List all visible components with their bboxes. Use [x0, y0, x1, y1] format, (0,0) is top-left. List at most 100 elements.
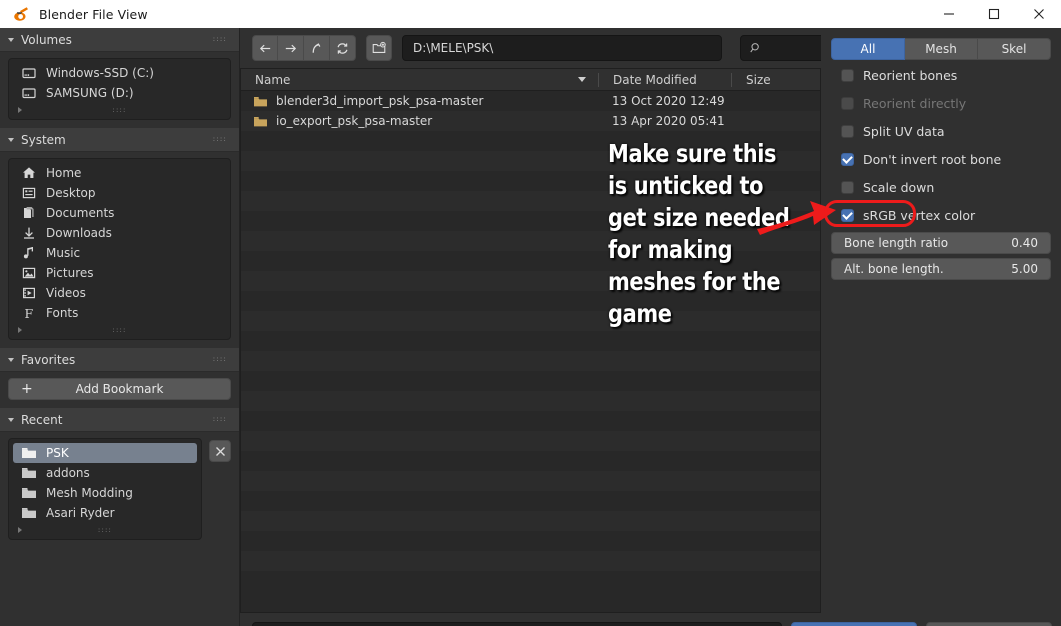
checkbox-icon[interactable]: [841, 209, 854, 222]
sidebar-section-title: Volumes: [21, 32, 72, 47]
column-header-size[interactable]: Size: [731, 72, 820, 87]
table-row[interactable]: blender3d_import_psk_psa-master 13 Oct 20…: [241, 91, 820, 111]
sidebar-item-samsung[interactable]: SAMSUNG (D:): [13, 83, 226, 103]
collapse-triangle-icon: [8, 357, 14, 362]
checkbox-icon[interactable]: [841, 181, 854, 194]
sidebar-item-windows-ssd[interactable]: Windows-SSD (C:): [13, 63, 226, 83]
recent-expander[interactable]: ::::: [9, 523, 201, 537]
recent-list: PSK addons Mesh Modding Asari Ryder::::: [8, 438, 202, 540]
tab-mesh[interactable]: Mesh: [905, 38, 978, 60]
tab-label: Mesh: [925, 42, 957, 56]
checkbox-label: Don't invert root bone: [863, 152, 1002, 167]
checkbox-icon[interactable]: [841, 125, 854, 138]
sidebar-section-header-system[interactable]: System ::::: [0, 128, 239, 152]
sidebar-item-documents[interactable]: Documents: [13, 203, 226, 223]
sidebar-item-music[interactable]: Music: [13, 243, 226, 263]
sidebar-item-downloads[interactable]: Downloads: [13, 223, 226, 243]
sidebar-item-label: Fonts: [46, 306, 79, 320]
sidebar-section-title: Recent: [21, 412, 63, 427]
sidebar-item-fonts[interactable]: F Fonts: [13, 303, 226, 323]
table-row[interactable]: io_export_psk_psa-master 13 Apr 2020 05:4…: [241, 111, 820, 131]
back-button[interactable]: [252, 35, 278, 61]
sidebar-item-addons[interactable]: addons: [13, 463, 197, 483]
checkbox-row-split-uv-data[interactable]: Split UV data: [831, 119, 1051, 144]
sidebar-section-title: Favorites: [21, 352, 76, 367]
table-row: [241, 331, 820, 351]
navigation-button-group: [252, 35, 356, 61]
folder-icon: [22, 508, 36, 518]
sidebar-section-header-recent[interactable]: Recent ::::: [0, 408, 239, 432]
table-row: [241, 451, 820, 471]
tab-all[interactable]: All: [831, 38, 905, 60]
maximize-button[interactable]: [971, 0, 1016, 28]
checkbox-row-srgb-vertex-color[interactable]: sRGB vertex color: [831, 203, 1051, 228]
sidebar-item-mesh-modding[interactable]: Mesh Modding: [13, 483, 197, 503]
table-row: [241, 531, 820, 551]
file-name-label: io_export_psk_psa-master: [276, 114, 433, 128]
arrow-up-parent-icon: [312, 42, 321, 53]
add-bookmark-button[interactable]: + Add Bookmark: [8, 378, 231, 400]
column-header-date-modified[interactable]: Date Modified: [598, 72, 731, 87]
blender-file-view-window: Blender File View Volumes :::: Windows-S…: [0, 0, 1061, 626]
cancel-button[interactable]: Cancel: [926, 621, 1052, 626]
import-psk-button[interactable]: Import PSK: [791, 621, 917, 626]
refresh-button[interactable]: [330, 35, 356, 61]
grip-dots-icon: ::::: [212, 135, 227, 143]
file-name-cell: io_export_psk_psa-master: [241, 114, 598, 128]
close-button[interactable]: [1016, 0, 1061, 28]
clear-recent-button[interactable]: [209, 440, 231, 462]
number-field-value: 5.00: [1011, 262, 1038, 276]
table-row: [241, 411, 820, 431]
path-value: D:\MELE\PSK\: [413, 41, 494, 55]
checkbox-icon[interactable]: [841, 69, 854, 82]
checkbox-icon[interactable]: [841, 153, 854, 166]
volumes-expander[interactable]: ::::: [9, 103, 230, 117]
expand-triangle-icon: [18, 327, 22, 333]
forward-button[interactable]: [278, 35, 304, 61]
table-row: [241, 391, 820, 411]
sidebar-item-pictures[interactable]: Pictures: [13, 263, 226, 283]
sidebar-item-label: Videos: [46, 286, 86, 300]
sidebar-item-label: Desktop: [46, 186, 96, 200]
parent-directory-button[interactable]: [304, 35, 330, 61]
checkbox-row-dont-invert-root-bone[interactable]: Don't invert root bone: [831, 147, 1051, 172]
grip-dots-icon: ::::: [212, 355, 227, 363]
import-options-panel: All Mesh Skel Reorient bones Reorient di…: [821, 28, 1061, 626]
sidebar: Volumes :::: Windows-SSD (C:) SAMSUNG (D…: [0, 28, 240, 626]
sidebar-item-asari-ryder[interactable]: Asari Ryder: [13, 503, 197, 523]
minimize-button[interactable]: [926, 0, 971, 28]
sidebar-section-body-volumes: Windows-SSD (C:) SAMSUNG (D:) ::::: [0, 52, 239, 128]
number-field-alt-bone-length[interactable]: Alt. bone length. 5.00: [831, 258, 1051, 280]
checkbox-label: sRGB vertex color: [863, 208, 976, 223]
checkbox-row-reorient-bones[interactable]: Reorient bones: [831, 63, 1051, 88]
sidebar-item-label: addons: [46, 466, 90, 480]
table-row: [241, 511, 820, 531]
file-name-cell: blender3d_import_psk_psa-master: [241, 94, 598, 108]
table-row: [241, 371, 820, 391]
window-body: Volumes :::: Windows-SSD (C:) SAMSUNG (D…: [0, 28, 1061, 626]
volumes-list: Windows-SSD (C:) SAMSUNG (D:) ::::: [8, 58, 231, 120]
sidebar-item-videos[interactable]: Videos: [13, 283, 226, 303]
sidebar-section-body-recent: PSK addons Mesh Modding Asari Ryder::::: [0, 432, 239, 548]
sidebar-item-home[interactable]: Home: [13, 163, 226, 183]
table-row: [241, 571, 820, 591]
table-row: [241, 551, 820, 571]
sidebar-item-label: Pictures: [46, 266, 94, 280]
checkbox-row-scale-down[interactable]: Scale down: [831, 175, 1051, 200]
sidebar-section-header-volumes[interactable]: Volumes ::::: [0, 28, 239, 52]
tab-label: All: [860, 42, 876, 56]
column-header-name[interactable]: Name: [241, 73, 598, 87]
path-input[interactable]: D:\MELE\PSK\: [402, 35, 722, 61]
folder-icon: [22, 448, 36, 458]
tab-skel[interactable]: Skel: [978, 38, 1051, 60]
drive-icon: [22, 88, 36, 99]
new-folder-button[interactable]: [366, 35, 392, 61]
checkbox-icon: [841, 97, 854, 110]
sidebar-item-psk[interactable]: PSK: [13, 443, 197, 463]
tab-label: Skel: [1001, 42, 1027, 56]
sidebar-item-desktop[interactable]: Desktop: [13, 183, 226, 203]
sidebar-section-header-favorites[interactable]: Favorites ::::: [0, 348, 239, 372]
filename-input[interactable]: [252, 621, 782, 626]
number-field-bone-length-ratio[interactable]: Bone length ratio 0.40: [831, 232, 1051, 254]
system-expander[interactable]: ::::: [9, 323, 230, 337]
